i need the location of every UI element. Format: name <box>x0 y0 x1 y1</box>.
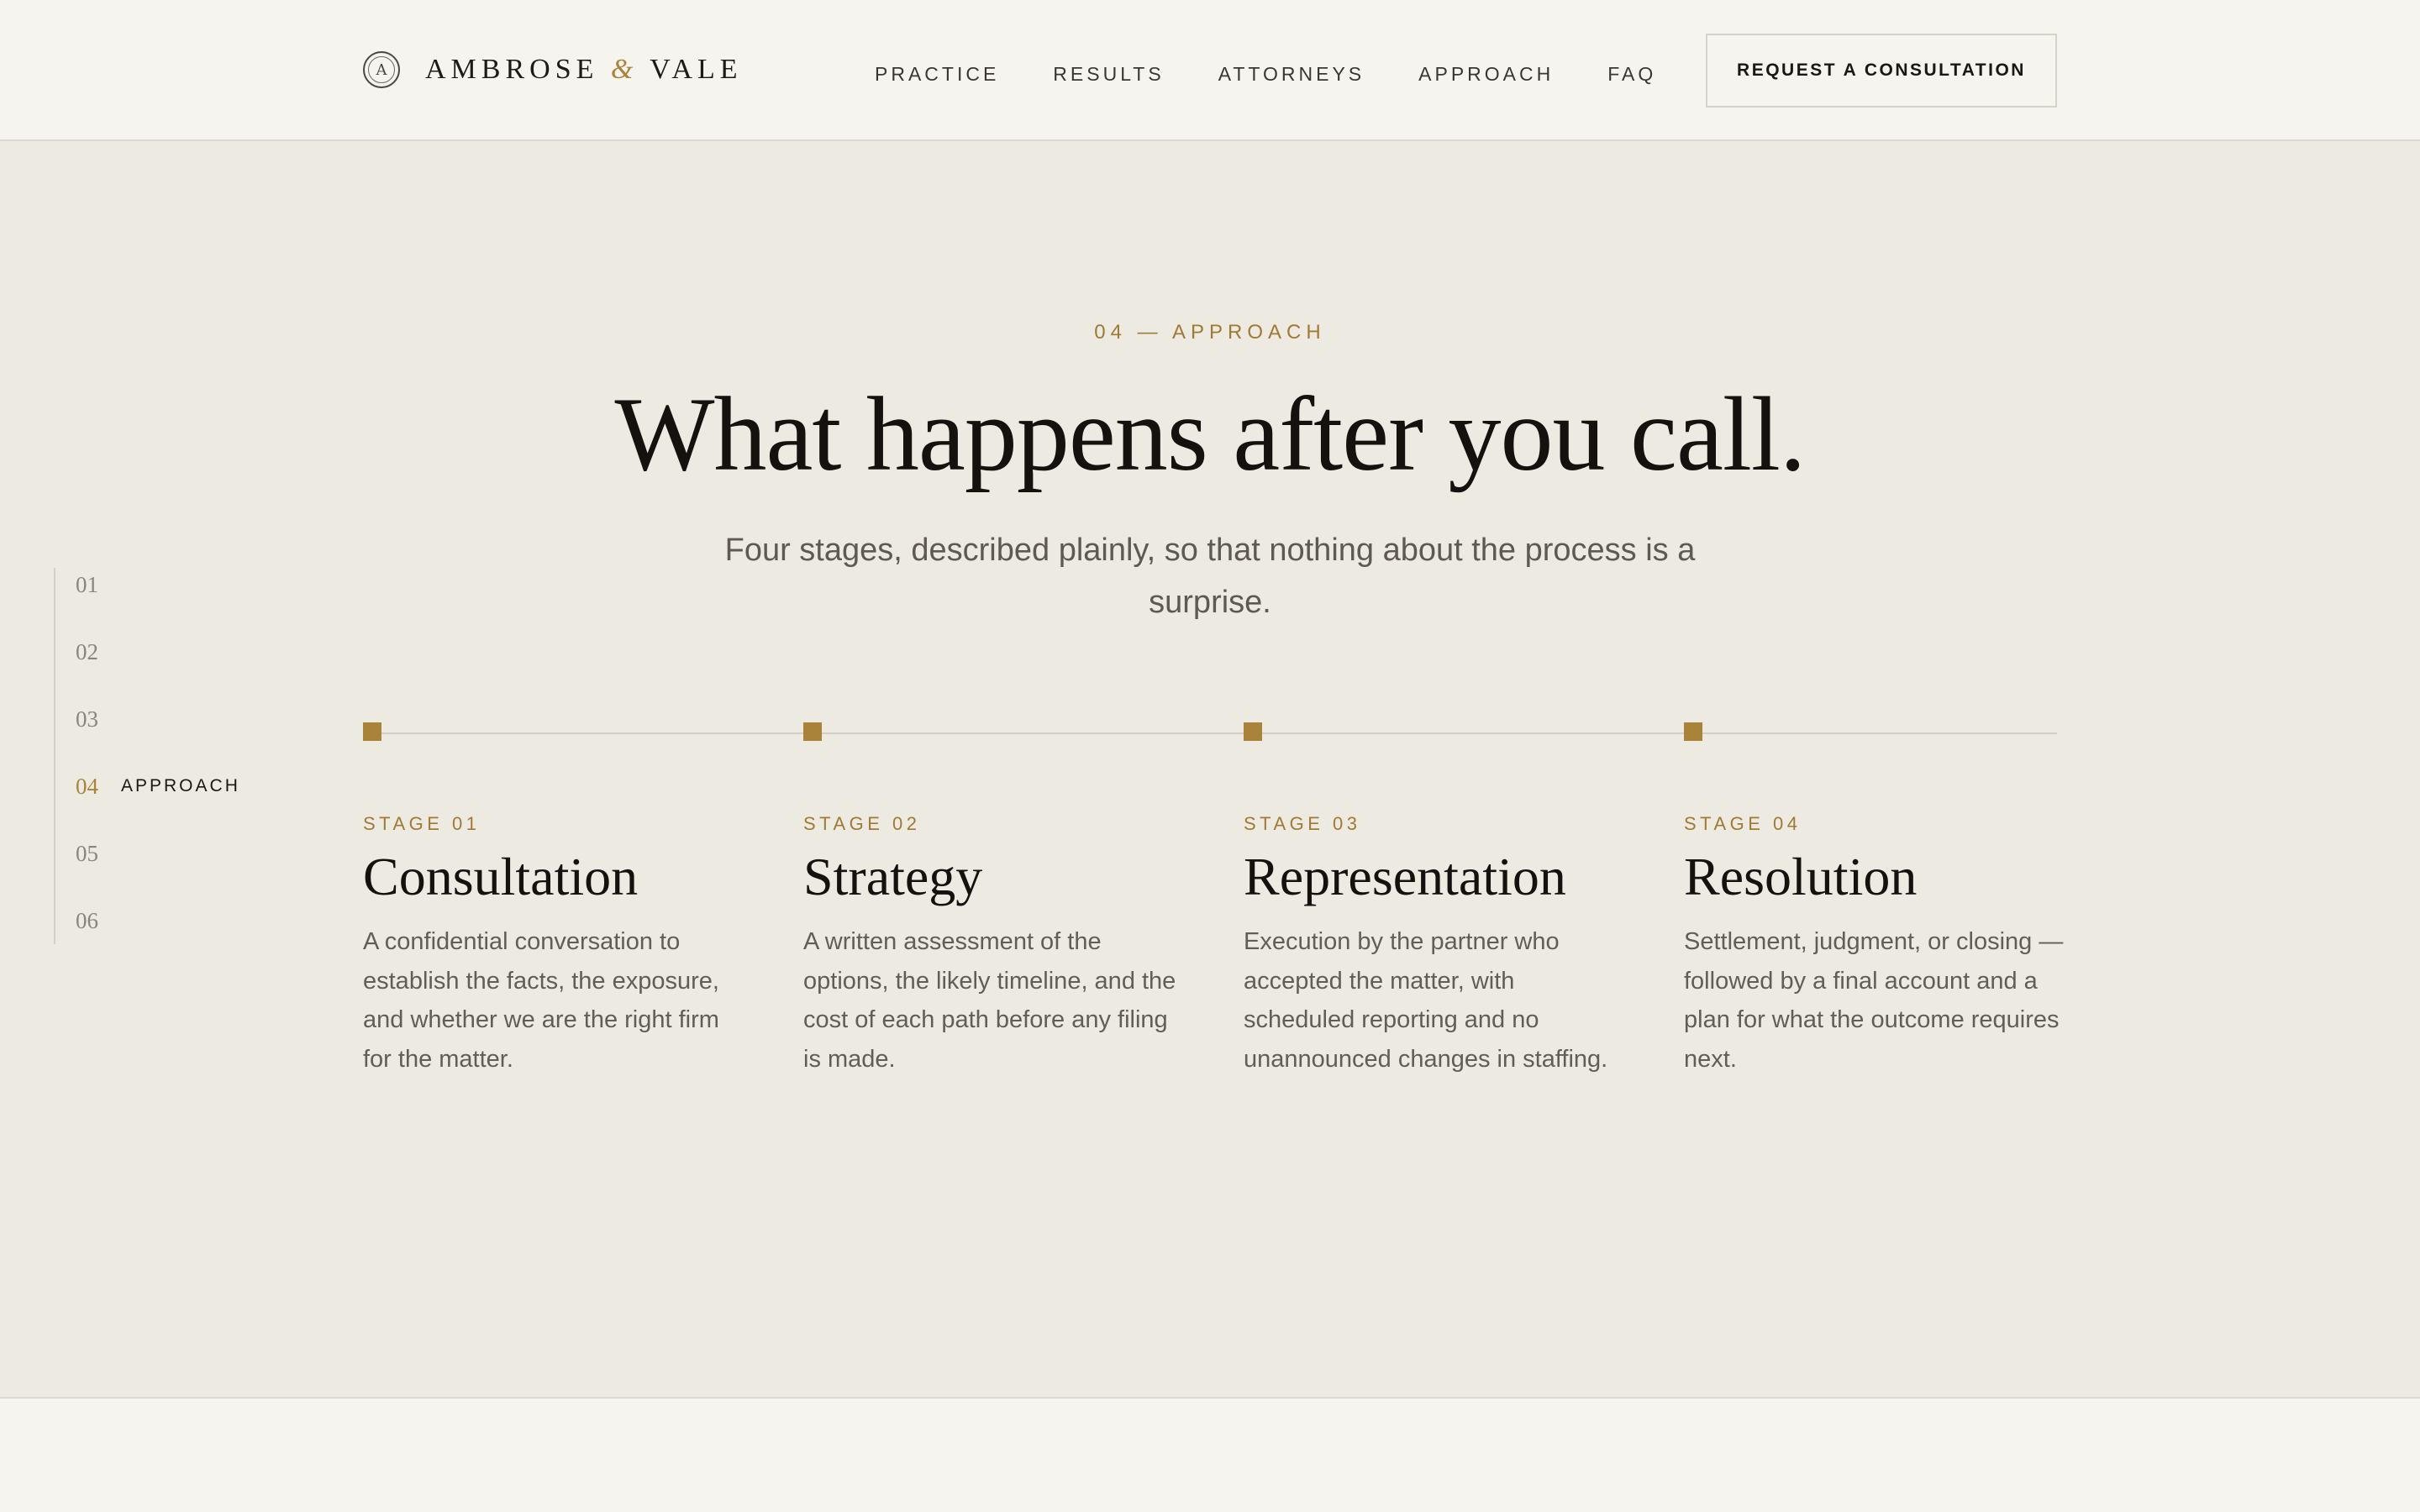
stage-label: STAGE 04 <box>1684 813 1802 834</box>
nav-link-approach[interactable]: APPROACH <box>1418 63 1554 86</box>
brand-name: AMBROSE & VALE <box>425 54 742 86</box>
rail-item-number: 03 <box>76 706 98 732</box>
stage-description: A confidential conversation to establish… <box>363 928 719 1073</box>
stage-label: STAGE 02 <box>803 813 921 834</box>
stage-marker-icon <box>803 722 822 741</box>
stage-label: STAGE 01 <box>363 813 481 834</box>
stage-description: A written assessment of the options, the… <box>803 928 1176 1073</box>
rail-item-number: 04 <box>76 773 98 799</box>
rail-item-number: 05 <box>76 840 98 866</box>
rail-item-number: 02 <box>76 638 98 664</box>
stage-marker-icon <box>1684 722 1702 741</box>
section-subhead: Four stages, described plainly, so that … <box>724 533 1696 620</box>
stage-title: Representation <box>1244 847 1566 906</box>
stage-description: Settlement, judgment, or closing — follo… <box>1684 928 2064 1073</box>
main-nav: PRACTICE RESULTS ATTORNEYS APPROACH FAQ <box>875 60 1656 87</box>
section-eyebrow: 04 — APPROACH <box>1094 321 1326 344</box>
nav-link-practice[interactable]: PRACTICE <box>875 63 999 86</box>
stage-marker-icon <box>1244 722 1262 741</box>
stage-label: STAGE 03 <box>1244 813 1361 834</box>
brand-name-second: VALE <box>638 54 743 85</box>
stage-card-03: STAGE 03 Representation Execution by the… <box>1244 722 1630 1079</box>
stage-card-01: STAGE 01 Consultation A confidential con… <box>363 722 750 1079</box>
nav-link-results[interactable]: RESULTS <box>1053 63 1164 86</box>
rail-item-04-active[interactable]: 04 APPROACH <box>76 769 240 803</box>
rail-item-02[interactable]: 02 <box>76 635 121 669</box>
brand-monogram-letter: A <box>376 60 387 79</box>
stage-card-04: STAGE 04 Resolution Settlement, judgment… <box>1684 722 2070 1079</box>
brand-name-first: AMBROSE <box>425 54 611 85</box>
rail-item-label: APPROACH <box>121 776 240 795</box>
rail-item-number: 01 <box>76 571 98 597</box>
stage-description: Execution by the partner who accepted th… <box>1244 928 1608 1073</box>
section-headline: What happens after you call. <box>614 376 1807 493</box>
stage-marker-icon <box>363 722 381 741</box>
request-consultation-button[interactable]: REQUEST A CONSULTATION <box>1706 34 2057 108</box>
next-section-band <box>0 1397 2420 1512</box>
nav-link-faq[interactable]: FAQ <box>1607 63 1656 86</box>
rail-item-05[interactable]: 05 <box>76 837 121 870</box>
stage-title: Resolution <box>1684 847 1918 906</box>
stage-card-02: STAGE 02 Strategy A written assessment o… <box>803 722 1190 1079</box>
brand-monogram-icon: A <box>363 51 400 88</box>
section-rail: 01 02 03 04 APPROACH 05 06 <box>54 568 274 944</box>
brand-logo[interactable]: A AMBROSE & VALE <box>363 49 742 91</box>
rail-item-number: 06 <box>76 907 98 933</box>
stage-title: Consultation <box>363 847 639 906</box>
brand-ampersand: & <box>610 54 639 85</box>
nav-link-attorneys[interactable]: ATTORNEYS <box>1218 63 1365 86</box>
stage-title: Strategy <box>803 847 983 906</box>
rail-item-03[interactable]: 03 <box>76 702 121 736</box>
site-header: A AMBROSE & VALE PRACTICE RESULTS ATTORN… <box>0 0 2420 141</box>
rail-item-06[interactable]: 06 <box>76 904 121 937</box>
rail-item-01[interactable]: 01 <box>76 568 121 601</box>
